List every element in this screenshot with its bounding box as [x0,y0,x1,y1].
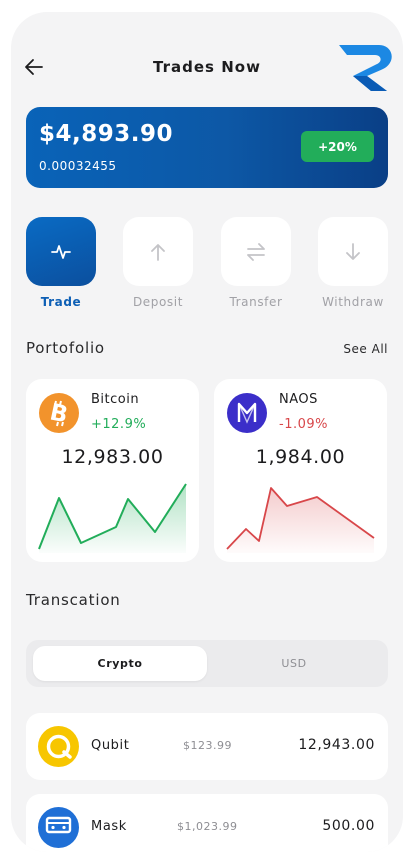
arrow-up-icon [151,243,165,261]
transaction-name: Qubit [91,738,130,753]
coin-change: +12.9% [91,417,147,432]
balance-change-badge: +20% [301,131,374,162]
header: Trades Now [11,12,403,112]
transaction-amount: 500.00 [322,818,375,834]
coin-change: -1.09% [279,417,328,432]
coin-value: 1,984.00 [255,446,346,468]
tab-crypto[interactable]: Crypto [33,646,207,681]
sparkline-chart-bitcoin [38,483,187,553]
portfolio-title: Portofolio [26,339,105,357]
mask-icon [38,807,79,848]
transaction-tabs: Crypto USD [26,640,388,687]
bitcoin-icon: B [39,393,79,433]
transaction-price: $123.99 [183,739,232,752]
transaction-price: $1,023.99 [177,820,238,833]
tab-usd[interactable]: USD [207,646,381,681]
sparkline-chart-naos [226,487,375,553]
deposit-label: Deposit [132,295,184,309]
phone-screen: Trades Now $4,893.90 0.00032455 +20% Tra… [11,12,403,852]
transaction-row-qubit[interactable]: Qubit $123.99 12,943.00 [26,713,388,780]
coin-name: Bitcoin [91,392,140,407]
balance-crypto-amount: 0.00032455 [39,159,117,173]
action-buttons: Trade Deposit Transfer Withdraw [26,217,388,317]
coin-value: 12,983.00 [61,446,164,468]
deposit-button[interactable]: Deposit [123,217,193,309]
trade-button[interactable]: Trade [26,217,96,309]
transfer-button[interactable]: Transfer [221,217,291,309]
balance-card: $4,893.90 0.00032455 +20% [26,107,388,188]
transaction-amount: 12,943.00 [298,737,375,753]
trade-label: Trade [40,295,82,309]
swap-icon [247,242,265,261]
transactions-title: Transcation [26,591,121,609]
qubit-icon [38,726,79,767]
transaction-row-mask[interactable]: Mask $1,023.99 500.00 [26,794,388,852]
transfer-label: Transfer [229,295,283,309]
svg-text:B: B [48,399,71,428]
see-all-link[interactable]: See All [343,342,388,356]
transaction-name: Mask [91,819,127,834]
brand-logo-icon [339,45,392,91]
arrow-down-icon [346,242,360,260]
naos-icon [227,393,267,433]
coin-name: NAOS [279,392,318,407]
portfolio-card-naos[interactable]: NAOS -1.09% 1,984.00 [214,379,387,562]
withdraw-label: Withdraw [322,295,384,309]
pulse-icon [51,244,71,259]
portfolio-card-bitcoin[interactable]: B Bitcoin +12.9% 12,983.00 [26,379,199,562]
balance-amount: $4,893.90 [39,121,173,147]
withdraw-button[interactable]: Withdraw [318,217,388,309]
